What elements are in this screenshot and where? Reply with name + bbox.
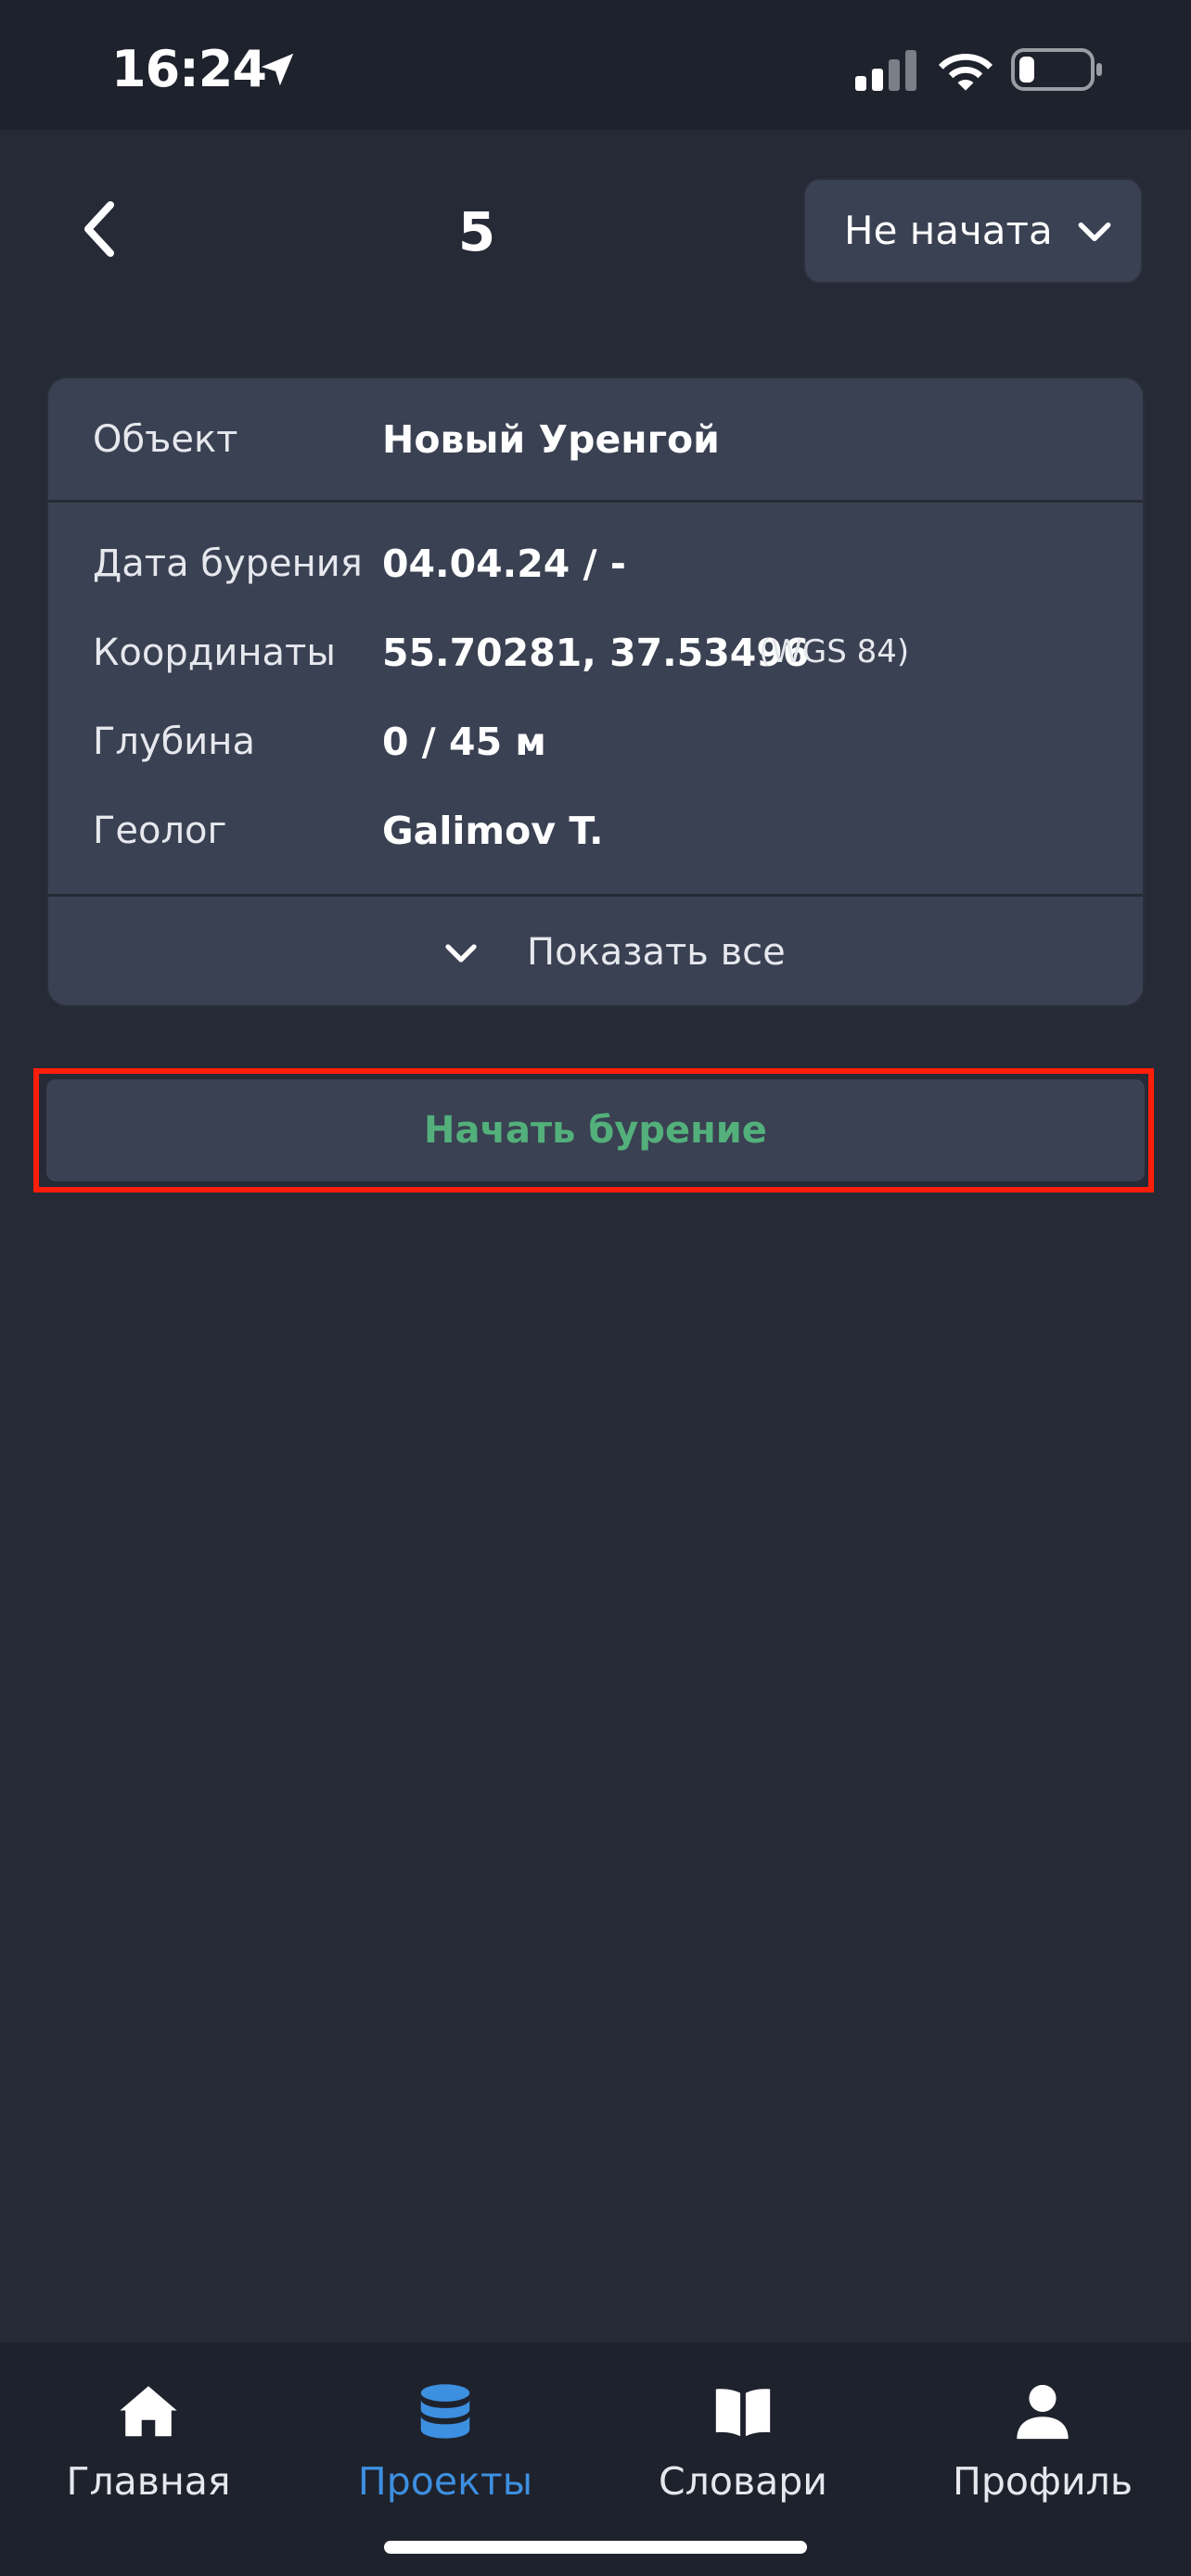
tab-label: Главная: [66, 2459, 231, 2504]
status-select[interactable]: Не начата: [803, 178, 1143, 284]
show-all-button[interactable]: Показать все: [48, 894, 1143, 1005]
info-value: 0 / 45 м: [382, 720, 546, 764]
info-label: Дата бурения: [93, 542, 363, 585]
status-time: 16:24: [111, 40, 267, 98]
status-select-value: Не начата: [844, 208, 1053, 253]
home-indicator: [384, 2541, 807, 2554]
info-value: Galimov T.: [382, 809, 604, 853]
object-row: Объект Новый Уренгой: [48, 378, 1143, 503]
object-value: Новый Уренгой: [382, 417, 720, 462]
start-drilling-button[interactable]: Начать бурение: [46, 1079, 1145, 1181]
borehole-info-card: Объект Новый Уренгой Дата бурения 04.04.…: [46, 376, 1145, 1007]
home-icon: [120, 2386, 177, 2437]
show-all-label: Показать все: [527, 931, 786, 974]
battery-icon: [1011, 48, 1102, 91]
tab-label: Проекты: [357, 2459, 533, 2504]
info-value: 04.04.24 / -: [382, 542, 626, 586]
book-icon: [715, 2389, 771, 2437]
info-label: Геолог: [93, 810, 227, 852]
page-title: 5: [457, 200, 496, 263]
cellular-signal-icon: [855, 50, 916, 91]
tab-dictionaries[interactable]: Словари: [595, 2379, 891, 2528]
chevron-down-icon: [445, 944, 477, 963]
tab-projects[interactable]: Проекты: [297, 2379, 594, 2528]
status-bar: 16:24: [0, 0, 1191, 130]
tab-home[interactable]: Главная: [0, 2379, 297, 2528]
info-value: 55.70281, 37.53496: [382, 631, 810, 675]
header: 5 Не начата: [0, 130, 1191, 334]
info-label: Глубина: [93, 721, 255, 763]
database-icon: [420, 2384, 470, 2439]
tab-label: Словари: [659, 2459, 827, 2504]
tab-profile[interactable]: Профиль: [894, 2379, 1191, 2528]
start-drilling-label: Начать бурение: [424, 1109, 767, 1152]
chevron-left-icon: [84, 201, 114, 257]
tab-label: Профиль: [952, 2459, 1133, 2504]
back-button[interactable]: [65, 195, 134, 263]
object-label: Объект: [93, 418, 238, 461]
user-icon: [1017, 2384, 1069, 2440]
wifi-icon: [939, 54, 992, 91]
coordinate-system: (WGS 84): [759, 633, 910, 670]
chevron-down-icon: [1078, 222, 1111, 242]
location-arrow-icon: [261, 53, 294, 86]
info-label: Координаты: [93, 631, 336, 674]
